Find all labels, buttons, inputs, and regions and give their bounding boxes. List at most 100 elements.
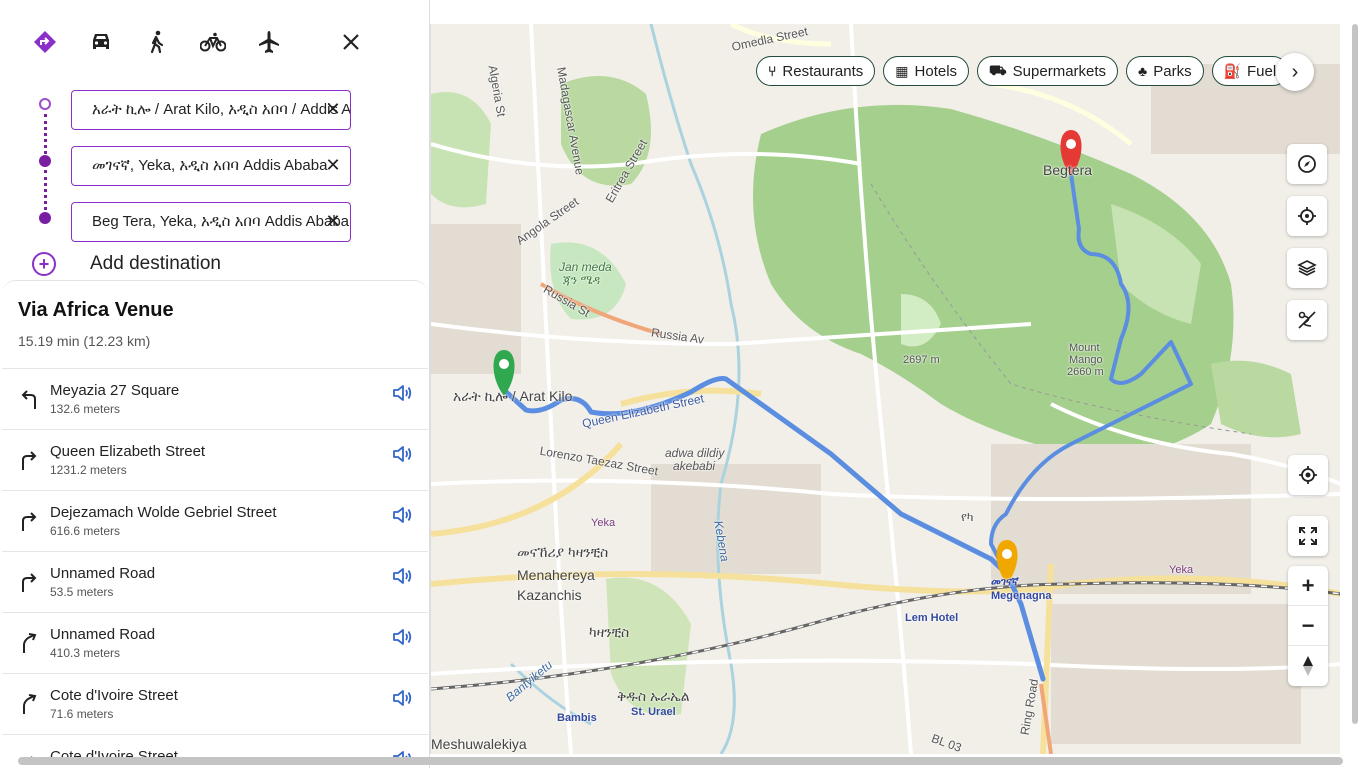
speaker-icon[interactable]: [391, 504, 413, 526]
close-icon: ✕: [325, 155, 341, 175]
compass-button[interactable]: [1287, 144, 1327, 184]
crosshair-icon: [1298, 207, 1316, 225]
map-label: Yeka: [591, 517, 616, 529]
map-label: Yeka: [1169, 564, 1194, 576]
clear-origin-button[interactable]: ✕: [323, 99, 343, 119]
chips-next-button[interactable]: ›: [1276, 53, 1314, 91]
compass-icon: [1298, 155, 1316, 173]
turn-right-icon: [22, 573, 37, 592]
speaker-icon[interactable]: [391, 687, 413, 709]
travel-mode-bar: [30, 28, 370, 56]
route-summary: 15.19 min (12.23 km): [18, 333, 151, 349]
chip-parks[interactable]: ♣ Parks: [1126, 56, 1204, 86]
step-street-name: Dejezamach Wolde Gebriel Street: [50, 504, 277, 521]
chip-label: Restaurants: [782, 62, 864, 80]
turn-right-icon: [22, 451, 37, 470]
chip-label: Parks: [1153, 62, 1192, 80]
north-arrow-icon: [1303, 656, 1313, 676]
chip-supermarkets[interactable]: ⛟ Supermarkets: [977, 56, 1119, 86]
walk-mode-button[interactable]: [142, 28, 172, 56]
gps-icon: [1299, 466, 1317, 484]
bike-mode-button[interactable]: [198, 28, 228, 56]
zoom-controls: + −: [1288, 566, 1328, 686]
map-label: Mount: [1069, 342, 1100, 354]
reset-north-button[interactable]: [1288, 646, 1328, 686]
step-street-name: Cote d'Ivoire Street: [50, 687, 178, 704]
fullscreen-icon: [1299, 527, 1317, 545]
chip-label: Fuel: [1247, 62, 1277, 80]
waypoint-row: Beg Tera, Yeka, አዲስ አበባ Addis Ababa ✕: [0, 202, 430, 242]
map-label: akebabi: [673, 459, 716, 473]
map-label: ካዛንቺስ: [589, 624, 630, 640]
fullscreen-button[interactable]: [1288, 516, 1328, 556]
car-mode-button[interactable]: [86, 28, 116, 56]
chip-hotels[interactable]: ▦ Hotels: [883, 56, 970, 86]
speaker-icon[interactable]: [391, 443, 413, 465]
map-label: Begtera: [1043, 162, 1093, 178]
turn-left-icon: [21, 390, 36, 409]
speaker-icon[interactable]: [391, 565, 413, 587]
map-canvas[interactable]: Omedla Street Algeria St Madagascar Aven…: [430, 24, 1340, 754]
turn-slight-right-icon: [23, 694, 37, 714]
plus-circle-icon: +: [32, 252, 56, 276]
turn-slight-right-icon: [23, 633, 37, 653]
map-label: Jan meda: [559, 260, 612, 274]
route-options-button[interactable]: [1287, 300, 1327, 340]
map-label: Megenagna: [991, 590, 1052, 602]
map-label: ቅዱስ ኡራኤል: [617, 688, 690, 704]
map-label: St. Urael: [631, 706, 676, 718]
speaker-icon[interactable]: [391, 626, 413, 648]
my-location-button[interactable]: [1288, 455, 1328, 495]
step-street-name: Queen Elizabeth Street: [50, 443, 206, 460]
step-street-name: Unnamed Road: [50, 626, 156, 643]
route-step[interactable]: Meyazia 27 Square 132.6 meters: [2, 368, 428, 429]
step-distance: 410.3 meters: [50, 646, 121, 660]
locate-button[interactable]: [1287, 196, 1327, 236]
building-icon: ▦: [895, 62, 909, 79]
directions-mode-button[interactable]: [30, 28, 60, 56]
map-label: የካ: [961, 510, 974, 524]
vertical-scrollbar[interactable]: [1352, 24, 1358, 724]
close-icon: ✕: [325, 99, 341, 119]
speaker-icon[interactable]: [391, 382, 413, 404]
map-label: 2697 m: [903, 354, 940, 366]
close-button[interactable]: [336, 28, 366, 56]
map-label: አራት ኪሎ / Arat Kilo: [453, 388, 573, 404]
add-destination-label: Add destination: [90, 253, 221, 274]
close-icon: ✕: [325, 211, 341, 231]
map-label: Mango: [1069, 354, 1103, 366]
map-label: መናኸሪያ ካዛንቺስ: [517, 544, 609, 560]
car-icon: [93, 34, 109, 49]
turn-right-icon: [22, 512, 37, 531]
route-step[interactable]: Cote d'Ivoire Street 71.6 meters: [2, 673, 428, 734]
minus-icon: −: [1301, 612, 1315, 638]
layers-button[interactable]: [1287, 248, 1327, 288]
route-step[interactable]: Unnamed Road 410.3 meters: [2, 612, 428, 673]
route-off-icon: [1298, 311, 1316, 329]
map-label: መገናኛ: [991, 576, 1019, 588]
tree-icon: ♣: [1138, 63, 1148, 79]
route-step[interactable]: Dejezamach Wolde Gebriel Street 616.6 met…: [2, 490, 428, 551]
plane-mode-button[interactable]: [254, 28, 284, 56]
zoom-out-button[interactable]: −: [1288, 606, 1328, 646]
zoom-in-button[interactable]: +: [1288, 566, 1328, 606]
map-label: Kazanchis: [517, 587, 582, 603]
chip-restaurants[interactable]: ⑂ Restaurants: [756, 56, 876, 86]
map-label: Lem Hotel: [905, 612, 959, 624]
bike-icon: [200, 32, 226, 52]
clear-via-button[interactable]: ✕: [323, 155, 343, 175]
add-destination-button[interactable]: + Add destination: [32, 252, 221, 276]
route-step[interactable]: Unnamed Road 53.5 meters: [2, 551, 428, 612]
plus-icon: +: [1301, 572, 1315, 598]
destination-input[interactable]: Beg Tera, Yeka, አዲስ አበባ Addis Ababa: [71, 202, 351, 242]
category-chips: ⑂ Restaurants ▦ Hotels ⛟ Supermarkets ♣ …: [756, 56, 1302, 86]
via-input[interactable]: መገናኛ, Yeka, አዲስ አበባ Addis Ababa: [71, 146, 351, 186]
route-step[interactable]: Queen Elizabeth Street 1231.2 meters: [2, 429, 428, 490]
plane-icon: [259, 31, 279, 53]
origin-input[interactable]: አራት ኪሎ / Arat Kilo, አዲስ አበባ / Addis Abab…: [71, 90, 351, 130]
clear-destination-button[interactable]: ✕: [323, 211, 343, 231]
step-distance: 132.6 meters: [50, 402, 121, 416]
map-label: adwa dildiy: [665, 446, 725, 460]
step-street-name: Meyazia 27 Square: [50, 382, 180, 399]
horizontal-scrollbar[interactable]: [18, 757, 1343, 765]
